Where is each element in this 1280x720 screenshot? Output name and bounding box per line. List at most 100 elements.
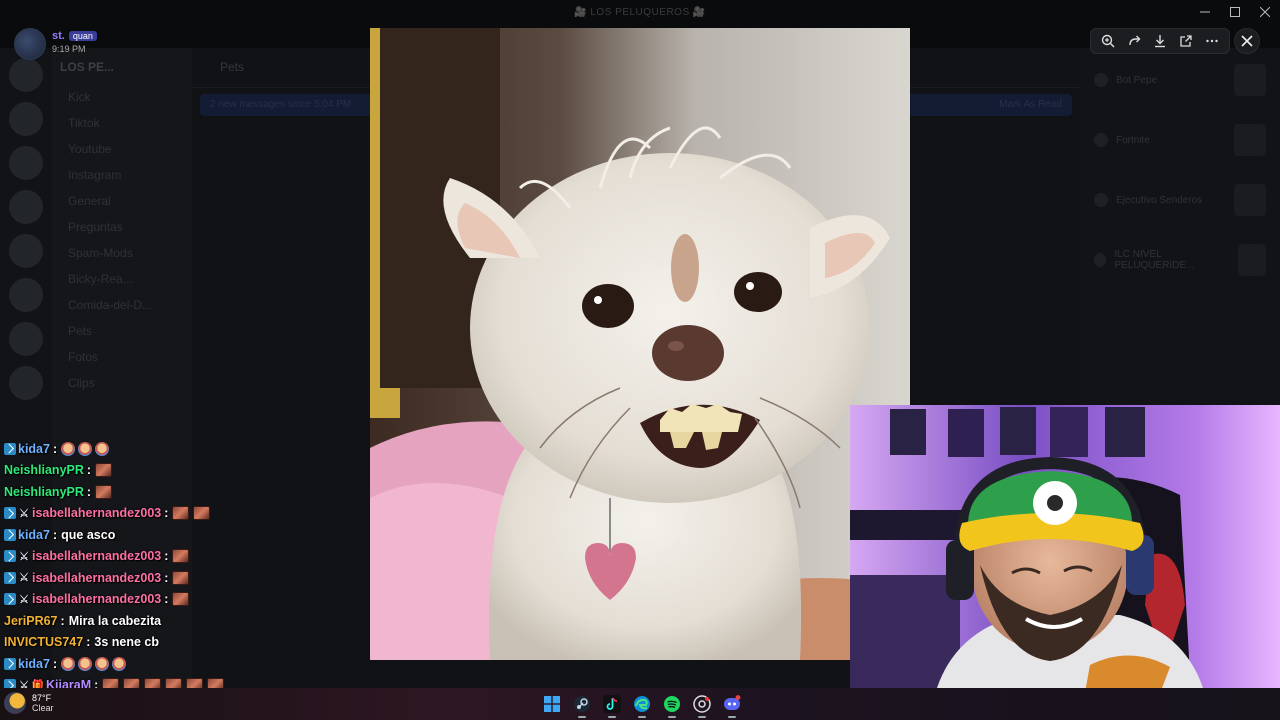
download-icon <box>1155 35 1165 48</box>
server-icon[interactable] <box>9 102 43 136</box>
sword-badge-icon: ⚔ <box>19 550 29 563</box>
server-icon[interactable] <box>9 366 43 400</box>
maximize-button[interactable] <box>1220 0 1250 24</box>
chat-separator: : <box>164 570 169 585</box>
image-viewer-toolbar <box>1090 28 1230 54</box>
more-button[interactable] <box>1201 30 1223 52</box>
close-icon <box>1241 35 1253 47</box>
channel-item[interactable]: Kick <box>68 90 184 104</box>
block-emote-icon <box>95 463 113 478</box>
chat-username[interactable]: NeishlianyPR <box>4 485 84 499</box>
chat-username[interactable]: kida7 <box>18 528 50 542</box>
block-emote-icon <box>172 506 190 521</box>
channel-item[interactable]: Tiktok <box>68 116 184 130</box>
member-avatar <box>1094 73 1108 87</box>
member-list: Bot Pepe Fortnite Ejecutivo Senderos ILC NI… <box>1080 48 1280 408</box>
minimize-button[interactable] <box>1190 0 1220 24</box>
rotate-icon <box>1129 35 1141 46</box>
channel-item[interactable]: General <box>68 194 184 208</box>
start-button[interactable] <box>540 692 564 716</box>
minimize-icon <box>1200 11 1210 13</box>
member-item[interactable]: ILC NIVEL PELUQUERIDE... <box>1094 244 1267 276</box>
tiktok-button[interactable] <box>600 692 624 718</box>
weather-temp: 87°F <box>32 693 52 703</box>
weather-condition: Clear <box>32 703 54 713</box>
chat-username[interactable]: kida7 <box>18 657 50 671</box>
channel-item[interactable]: Comida-del-D... <box>68 298 184 312</box>
chat-separator: : <box>52 527 58 542</box>
block-emote-icon <box>172 570 190 585</box>
member-item[interactable]: Ejecutivo Senderos <box>1094 184 1266 216</box>
chat-separator: : <box>164 549 169 564</box>
server-icon[interactable] <box>9 58 43 92</box>
open-external-button[interactable] <box>1175 30 1197 52</box>
image-poster: st. quan 9:19 PM <box>14 28 97 60</box>
screen: LOS PE... Kick Tiktok Youtube Instagram Gene… <box>0 0 1280 720</box>
chat-username[interactable]: isabellahernandez003 <box>32 571 161 585</box>
dog-illustration <box>370 28 910 660</box>
rotate-button[interactable] <box>1123 30 1145 52</box>
member-item[interactable]: Bot Pepe <box>1094 64 1266 96</box>
chat-message: kida7: <box>4 438 364 460</box>
chrome-button[interactable] <box>690 692 714 718</box>
dog-photo[interactable] <box>370 28 910 660</box>
close-viewer-button[interactable] <box>1234 28 1260 54</box>
block-emote-icon <box>95 484 113 499</box>
member-item[interactable]: Fortnite <box>1094 124 1266 156</box>
channel-item[interactable]: Fotos <box>68 350 184 364</box>
chat-overlay: kida7: NeishlianyPR: NeishlianyPR: ⚔ isabell… <box>4 438 364 696</box>
channel-item[interactable]: Spam-Mods <box>68 246 184 260</box>
chat-username[interactable]: kida7 <box>18 442 50 456</box>
streamer-webcam[interactable] <box>850 405 1280 720</box>
steam-button[interactable] <box>570 692 594 718</box>
poster-badge: quan <box>68 31 97 41</box>
new-messages-text: 2 new messages since 5:04 PM <box>210 99 352 110</box>
zoom-button[interactable] <box>1097 30 1119 52</box>
server-icon[interactable] <box>9 190 43 224</box>
member-activity-thumb <box>1234 124 1266 156</box>
member-activity-thumb <box>1234 184 1266 216</box>
chat-username[interactable]: isabellahernandez003 <box>32 592 161 606</box>
channel-item[interactable]: Preguntas <box>68 220 184 234</box>
discord-button[interactable] <box>720 692 744 718</box>
mark-as-read-button[interactable]: Mark As Read <box>999 99 1062 111</box>
chat-username[interactable]: isabellahernandez003 <box>32 506 161 520</box>
weather-widget[interactable]: 87°F Clear <box>4 692 54 714</box>
sword-badge-icon: ⚔ <box>19 507 29 520</box>
member-name: Fortnite <box>1116 134 1150 146</box>
download-button[interactable] <box>1149 30 1171 52</box>
chat-username[interactable]: INVICTUS747 <box>4 635 83 649</box>
spotify-button[interactable] <box>660 692 684 718</box>
channel-item[interactable]: Instagram <box>68 168 184 182</box>
edge-button[interactable] <box>630 692 654 718</box>
server-icon[interactable] <box>9 322 43 356</box>
channel-item[interactable]: Bicky-Rea... <box>68 272 184 286</box>
chat-message: ⚔ isabellahernandez003: <box>4 546 364 568</box>
sword-badge-icon: ⚔ <box>19 572 29 585</box>
channel-item[interactable]: Youtube <box>68 142 184 156</box>
member-name: Ejecutivo Senderos <box>1116 194 1203 206</box>
post-timestamp: 9:19 PM <box>52 44 86 54</box>
chat-separator: : <box>86 463 92 478</box>
block-emote-icon <box>172 592 190 607</box>
close-window-button[interactable] <box>1250 0 1280 24</box>
channel-item[interactable]: Clips <box>68 376 184 390</box>
channel-title: Pets <box>220 60 245 74</box>
chat-username[interactable]: JeriPR67 <box>4 614 58 628</box>
channel-item[interactable]: Pets <box>68 324 184 338</box>
chat-username[interactable]: isabellahernandez003 <box>32 549 161 563</box>
server-name[interactable]: LOS PE... <box>60 60 184 74</box>
server-icon[interactable] <box>9 146 43 180</box>
face-emote-icon <box>61 441 76 456</box>
more-icon <box>1206 39 1218 43</box>
chat-username[interactable]: NeishlianyPR <box>4 463 84 477</box>
server-icon[interactable] <box>9 278 43 312</box>
chat-message: ⚔ isabellahernandez003: <box>4 589 364 611</box>
sword-badge-icon: ⚔ <box>19 593 29 606</box>
spotify-icon <box>664 696 680 712</box>
server-icon[interactable] <box>9 234 43 268</box>
prime-badge-icon <box>4 657 16 670</box>
poster-username[interactable]: st. <box>52 30 65 42</box>
window-title: 🎥 LOS PELUQUEROS 🎥 <box>574 6 706 18</box>
avatar[interactable] <box>14 28 46 60</box>
